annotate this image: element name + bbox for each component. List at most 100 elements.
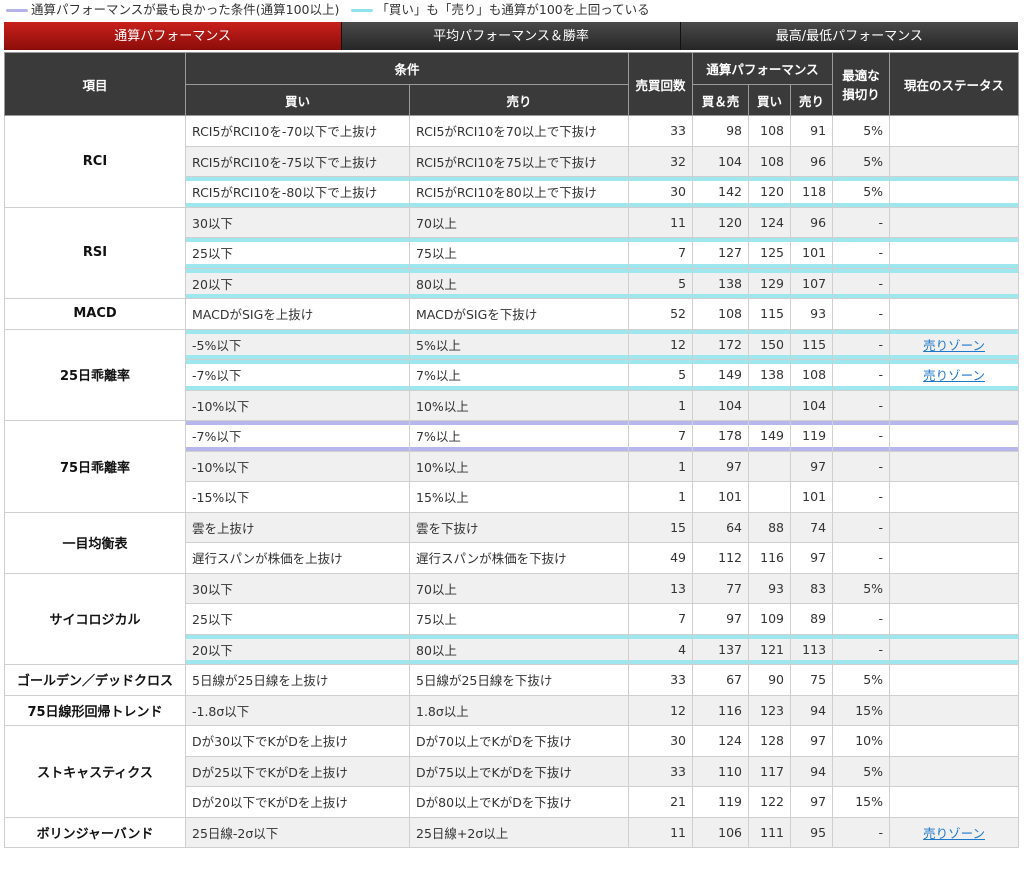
perf-buy <box>748 481 792 513</box>
perf-sell: 89 <box>790 603 834 635</box>
optimal-stop-loss: - <box>832 481 891 513</box>
perf-buy: 108 <box>748 115 792 147</box>
perf-buy: 88 <box>748 511 792 543</box>
buy-condition: MACDがSIGを上抜け <box>185 298 410 330</box>
trade-count: 5 <box>628 359 694 391</box>
buy-condition: 遅行スパンが株価を上抜け <box>185 542 410 574</box>
perf-buy-and-sell: 77 <box>692 572 750 604</box>
current-status <box>889 206 1020 238</box>
header-item: 項目 <box>4 52 186 116</box>
perf-buy: 109 <box>748 603 792 635</box>
indicator-name: 25日乖離率 <box>4 328 186 421</box>
current-status <box>889 481 1020 513</box>
indicator-name: ボリンジャーバンド <box>4 816 186 848</box>
indicator-name: 75日線形回帰トレンド <box>4 694 186 726</box>
tab-average-performance[interactable]: 平均パフォーマンス＆勝率 <box>341 22 680 50</box>
trade-count: 4 <box>628 633 694 665</box>
trade-count: 11 <box>628 206 694 238</box>
perf-buy-and-sell: 178 <box>692 420 750 452</box>
optimal-stop-loss: 5% <box>832 176 891 208</box>
legend-cyan-swatch <box>351 9 374 12</box>
sell-condition: 70以上 <box>408 572 630 604</box>
tab-bar: 通算パフォーマンス 平均パフォーマンス＆勝率 最高/最低パフォーマンス <box>4 22 1018 50</box>
optimal-stop-loss: 5% <box>832 755 891 787</box>
optimal-stop-loss: - <box>832 237 891 269</box>
sell-condition: 75以上 <box>408 237 630 269</box>
perf-sell: 97 <box>790 542 834 574</box>
optimal-stop-loss: - <box>832 389 891 421</box>
buy-condition: 25日線-2σ以下 <box>185 816 410 848</box>
perf-buy-and-sell: 106 <box>692 816 750 848</box>
table-row: 75日乖離率 -7%以下 7%以上 7 178 149 119- <box>4 420 1020 513</box>
perf-buy: 150 <box>748 328 792 360</box>
optimal-stop-loss: - <box>832 267 891 299</box>
perf-buy: 124 <box>748 206 792 238</box>
perf-sell: 91 <box>790 115 834 147</box>
trade-count: 7 <box>628 237 694 269</box>
sell-condition: RCI5がRCI10を75以上で下抜け <box>408 145 630 177</box>
perf-buy: 149 <box>748 420 792 452</box>
table-row: RSI 30以下 70以上 11 120 124 96- <box>4 206 1020 299</box>
sell-condition: Dが70以上でKがDを下抜け <box>408 725 630 757</box>
perf-buy: 123 <box>748 694 792 726</box>
perf-buy: 111 <box>748 816 792 848</box>
perf-sell: 94 <box>790 755 834 787</box>
current-status <box>889 389 1020 421</box>
trade-count: 33 <box>628 755 694 787</box>
trade-count: 21 <box>628 786 694 818</box>
perf-buy: 90 <box>748 664 792 696</box>
perf-buy-and-sell: 142 <box>692 176 750 208</box>
sell-condition: MACDがSIGを下抜け <box>408 298 630 330</box>
header-trade-count: 売買回数 <box>628 52 694 116</box>
trade-count: 5 <box>628 267 694 299</box>
sell-condition: 15%以上 <box>408 481 630 513</box>
current-status <box>889 176 1020 208</box>
sell-condition: 80以上 <box>408 633 630 665</box>
perf-sell: 118 <box>790 176 834 208</box>
tab-total-performance[interactable]: 通算パフォーマンス <box>4 22 342 50</box>
sell-zone-link[interactable]: 売りゾーン <box>923 368 985 383</box>
table-body: RCI RCI5がRCI10を-70以下で上抜け RCI5がRCI10を70以上で下… <box>4 115 1020 848</box>
trade-count: 32 <box>628 145 694 177</box>
perf-sell: 93 <box>790 298 834 330</box>
current-status <box>889 603 1020 635</box>
perf-sell: 101 <box>790 481 834 513</box>
perf-buy-and-sell: 124 <box>692 725 750 757</box>
buy-condition: 25以下 <box>185 603 410 635</box>
header-optimal-stop-line2: 損切り <box>842 87 880 102</box>
perf-buy-and-sell: 112 <box>692 542 750 574</box>
perf-sell: 97 <box>790 725 834 757</box>
sell-zone-link[interactable]: 売りゾーン <box>923 338 985 353</box>
perf-buy-and-sell: 98 <box>692 115 750 147</box>
perf-buy-and-sell: 104 <box>692 389 750 421</box>
trade-count: 7 <box>628 603 694 635</box>
trade-count: 13 <box>628 572 694 604</box>
perf-sell: 108 <box>790 359 834 391</box>
perf-buy: 129 <box>748 267 792 299</box>
indicator-name: MACD <box>4 298 186 330</box>
header-perf-sell: 売り <box>790 84 834 116</box>
sell-zone-link[interactable]: 売りゾーン <box>923 826 985 841</box>
perf-buy-and-sell: 172 <box>692 328 750 360</box>
sell-condition: 80以上 <box>408 267 630 299</box>
buy-condition: RCI5がRCI10を-75以下で上抜け <box>185 145 410 177</box>
current-status <box>889 267 1020 299</box>
perf-buy-and-sell: 119 <box>692 786 750 818</box>
perf-buy-and-sell: 149 <box>692 359 750 391</box>
perf-buy-and-sell: 64 <box>692 511 750 543</box>
buy-condition: Dが25以下でKがDを上抜け <box>185 755 410 787</box>
optimal-stop-loss: 5% <box>832 145 891 177</box>
buy-condition: 雲を上抜け <box>185 511 410 543</box>
perf-buy: 138 <box>748 359 792 391</box>
table-row: 一目均衡表 雲を上抜け 雲を下抜け 15 64 88 74- <box>4 511 1020 574</box>
current-status <box>889 572 1020 604</box>
optimal-stop-loss: - <box>832 328 891 360</box>
buy-condition: 20以下 <box>185 267 410 299</box>
perf-buy-and-sell: 137 <box>692 633 750 665</box>
tab-max-min-performance[interactable]: 最高/最低パフォーマンス <box>679 22 1018 50</box>
perf-sell: 96 <box>790 145 834 177</box>
trade-count: 1 <box>628 450 694 482</box>
performance-table: 項目 条件 売買回数 通算パフォーマンス 最適な 損切り 現在のステータス 買い … <box>4 52 1020 848</box>
current-status <box>889 786 1020 818</box>
buy-condition: 30以下 <box>185 572 410 604</box>
